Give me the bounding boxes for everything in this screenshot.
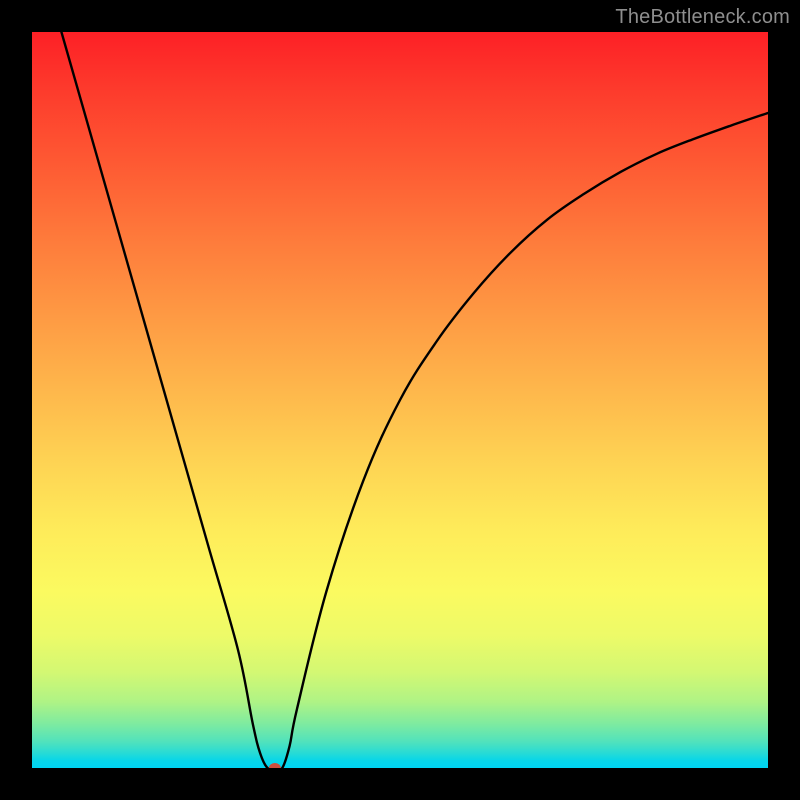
min-dot-marker — [269, 763, 281, 768]
chart-frame: TheBottleneck.com — [0, 0, 800, 800]
watermark-text: TheBottleneck.com — [615, 6, 790, 29]
curve-svg — [32, 32, 768, 768]
plot-area — [32, 32, 768, 768]
bottleneck-curve-line — [61, 32, 768, 768]
